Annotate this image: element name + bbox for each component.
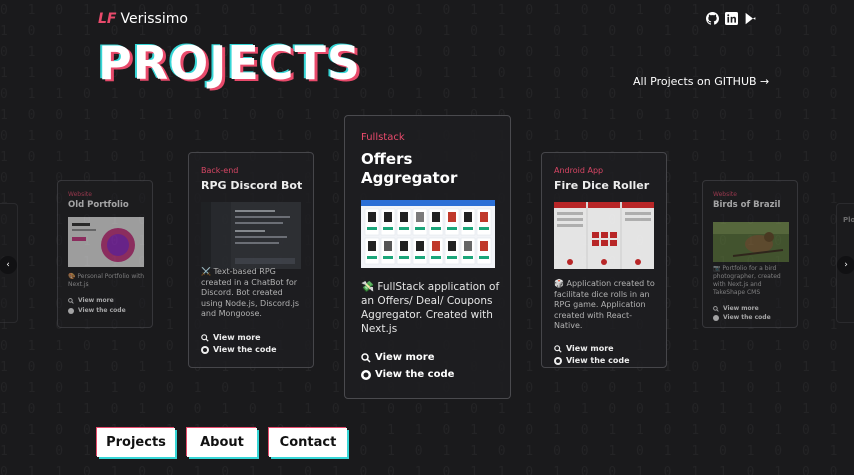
project-card-birds-of-brazil[interactable]: Website Birds of Brazil 📷 Portfolio for …	[702, 180, 798, 328]
view-code-label: View the code	[213, 345, 277, 354]
social-links	[706, 12, 757, 25]
project-thumbnail	[201, 202, 301, 269]
project-card-rpg-discord-bot[interactable]: Back-end RPG Discord Bot ⚔️ Text-based R…	[188, 152, 314, 368]
view-more-label: View more	[78, 297, 114, 304]
view-more-link[interactable]: View more	[554, 344, 614, 353]
view-code-link[interactable]: View the code	[361, 369, 454, 380]
project-description: 🎲 Application created to facilitate dice…	[554, 279, 655, 330]
view-code-label: View the code	[375, 369, 455, 380]
view-code-label: View the code	[78, 307, 126, 314]
project-description: 🎨 Personal Portfolio with Next.js	[68, 273, 145, 288]
view-code-link[interactable]: View the code	[713, 314, 771, 321]
github-icon	[201, 345, 209, 354]
project-name: Old Portfolio	[68, 200, 129, 210]
github-icon	[361, 369, 371, 380]
nav-contact-button[interactable]: Contact	[269, 428, 347, 457]
brand-logo[interactable]: LF Verissimo	[98, 11, 188, 27]
project-name: Birds of Brazil	[713, 200, 781, 210]
project-name: RPG Discord Bot	[201, 179, 303, 192]
project-description: ⚔️ Text-based RPG created in a ChatBot f…	[201, 267, 300, 318]
view-more-label: View more	[566, 344, 614, 353]
play-store-icon[interactable]	[744, 12, 757, 25]
project-card-old-portfolio[interactable]: Website Old Portfolio 🎨 Personal Portfol…	[57, 180, 153, 328]
project-category: Website	[713, 191, 737, 198]
linkedin-icon[interactable]	[725, 12, 738, 25]
project-description: 📷 Portfolio for a bird photographer, cre…	[713, 265, 781, 296]
view-more-link[interactable]: View more	[68, 297, 114, 304]
project-card-fire-dice-roller[interactable]: Android App Fire Dice Roller 🎲 Applicati…	[541, 152, 667, 368]
search-icon	[201, 333, 209, 342]
project-name: Fire Dice Roller	[554, 179, 650, 192]
view-more-link[interactable]: View more	[713, 305, 759, 312]
project-category: Website	[68, 191, 92, 198]
all-projects-github-link[interactable]: All Projects on GITHUB →	[633, 75, 769, 88]
view-code-label: View the code	[723, 314, 771, 321]
view-more-label: View more	[723, 305, 759, 312]
search-icon	[713, 305, 719, 312]
search-icon	[554, 344, 562, 353]
view-code-link[interactable]: View the code	[68, 307, 126, 314]
view-more-label: View more	[375, 352, 435, 363]
nav-about-button[interactable]: About	[187, 428, 257, 457]
carousel-next-button[interactable]: ›	[837, 256, 854, 274]
project-thumbnail	[361, 200, 495, 268]
project-thumbnail	[713, 222, 789, 262]
view-code-link[interactable]: View the code	[554, 356, 630, 365]
github-icon	[713, 314, 719, 321]
view-more-link[interactable]: View more	[361, 352, 435, 363]
project-category: Android App	[554, 166, 604, 175]
project-thumbnail	[68, 217, 144, 267]
project-thumbnail	[554, 202, 654, 269]
nav-projects-button[interactable]: Projects	[97, 428, 175, 457]
view-more-label: View more	[213, 333, 261, 342]
github-icon	[68, 307, 74, 314]
project-category: Back-end	[201, 166, 239, 175]
view-code-link[interactable]: View the code	[201, 345, 277, 354]
search-icon	[361, 352, 371, 363]
logo-mark: LF	[98, 11, 117, 27]
logo-name: Verissimo	[120, 11, 188, 27]
github-icon	[554, 356, 562, 365]
search-icon	[68, 297, 74, 304]
project-description: 💸 FullStack application of an Offers/ De…	[361, 281, 500, 335]
project-name: Plo	[843, 216, 854, 224]
project-name: Offers Aggregator	[361, 150, 458, 187]
view-more-link[interactable]: View more	[201, 333, 261, 342]
page-title: PROJECTS	[98, 36, 362, 90]
github-icon[interactable]	[706, 12, 719, 25]
project-card-offers-aggregator[interactable]: Fullstack Offers Aggregator 💸 FullStack …	[344, 115, 511, 399]
view-code-label: View the code	[566, 356, 630, 365]
project-category: Fullstack	[361, 132, 405, 143]
